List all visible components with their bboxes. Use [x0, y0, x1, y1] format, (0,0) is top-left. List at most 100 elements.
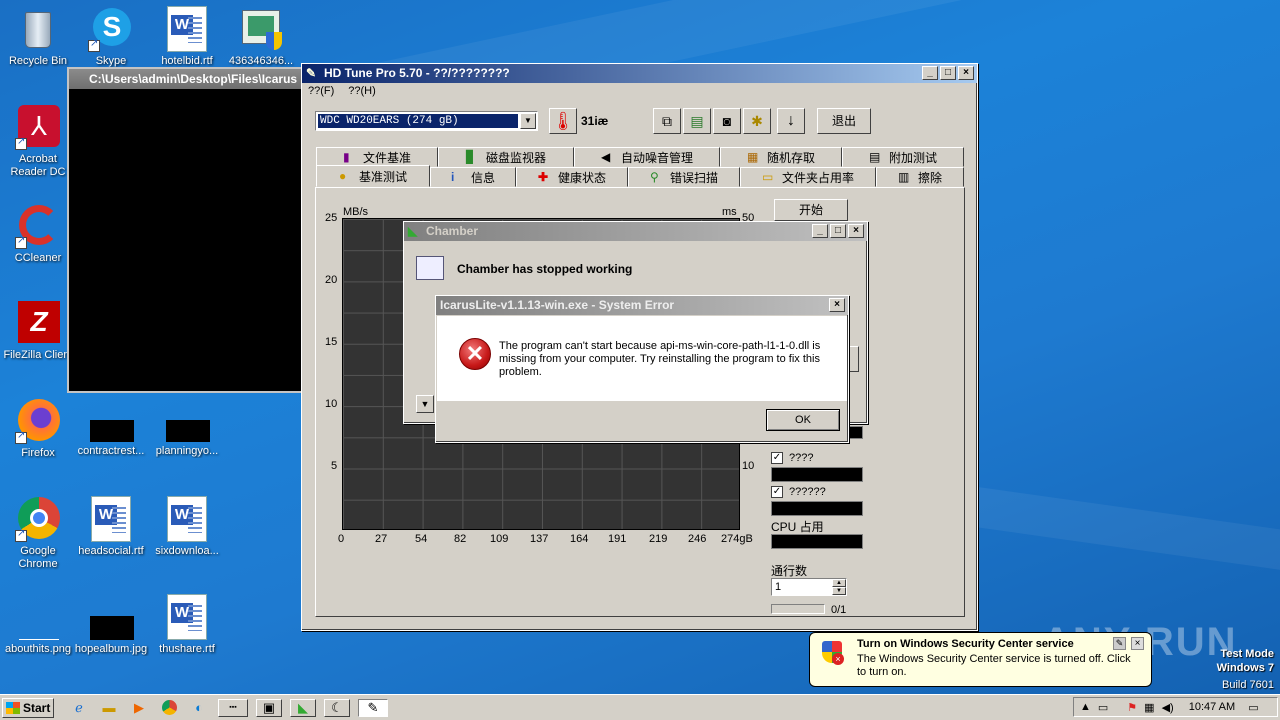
x-tick: 164: [570, 533, 589, 545]
desktop-icon-skype[interactable]: S Skype: [73, 6, 149, 68]
tray-app-icon[interactable]: ▭: [1098, 701, 1108, 714]
chrome-taskbar-icon[interactable]: [158, 699, 180, 717]
minimize-button[interactable]: _: [812, 224, 828, 238]
hdtune-taskbar-icon[interactable]: ✎: [358, 698, 388, 717]
ccleaner-icon: [15, 203, 61, 249]
system-tray: ▲ ▭ ⚑ ▦ ◀) 10:47 AM ▭: [1073, 697, 1278, 717]
spin-down-icon[interactable]: ▼: [832, 587, 846, 595]
system-error-dialog[interactable]: IcarusLite-v1.1.13-win.exe - System Erro…: [435, 295, 849, 443]
chamber-heading: Chamber has stopped working: [457, 262, 633, 276]
tab-info[interactable]: i 信息: [430, 167, 516, 187]
desktop-icon-acrobat[interactable]: ⅄ Acrobat Reader DC: [0, 104, 76, 179]
recycle-bin-icon: [15, 6, 61, 52]
hdtune-app-icon: ✎: [306, 66, 317, 80]
tray-expand-icon[interactable]: ▲: [1080, 701, 1091, 713]
tab-folder-usage[interactable]: ▭ 文件夹占用率: [740, 167, 876, 187]
error-message: The program can't start because api-ms-w…: [499, 340, 821, 378]
balloon-close-icon[interactable]: ×: [1131, 637, 1144, 650]
show-desktop-icon[interactable]: ▭: [1248, 701, 1258, 714]
desktop-icon-planningyo[interactable]: planningyo...: [149, 408, 225, 458]
volume-icon[interactable]: ◀): [1162, 701, 1174, 714]
lightbulb-icon: ●: [338, 169, 347, 183]
tab-aam[interactable]: ◀ 自动噪音管理: [574, 147, 720, 167]
desktop-icon-hopealbum[interactable]: hopealbum.jpg: [73, 606, 149, 656]
download-button[interactable]: ↓: [777, 108, 805, 134]
checkbox-1[interactable]: ✓: [771, 452, 783, 464]
thermometer-icon: 🌡: [549, 108, 577, 134]
tab-health[interactable]: ✚ 健康状态: [516, 167, 628, 187]
drive-select[interactable]: WDC WD20EARS (274 gB) ▼: [315, 111, 538, 131]
y-right-unit: ms: [722, 206, 737, 218]
x-tick: 219: [649, 533, 668, 545]
passes-spinner[interactable]: 1 ▲ ▼: [771, 578, 847, 596]
desktop-icon-firefox[interactable]: Firefox: [0, 398, 76, 460]
watermark-line3: Build 7601: [1222, 679, 1274, 691]
copy-icon: ⧉: [662, 113, 672, 129]
window-taskbar-icon[interactable]: ▣: [256, 698, 282, 717]
start-benchmark-button[interactable]: 开始: [774, 199, 848, 221]
desktop-icon-contractrest[interactable]: contractrest...: [73, 408, 149, 458]
menu-help[interactable]: ??(H): [348, 85, 376, 99]
tab-disk-monitor[interactable]: ▊ 磁盘监视器: [438, 147, 574, 167]
copy-info-button[interactable]: ⧉: [653, 108, 681, 134]
console-taskbar-icon[interactable]: ▪▪▪: [218, 698, 248, 717]
close-button[interactable]: ×: [848, 224, 864, 238]
minimize-button[interactable]: _: [922, 66, 938, 80]
moon-taskbar-icon[interactable]: ☾: [324, 698, 350, 717]
chevron-down-icon[interactable]: ▼: [416, 395, 434, 413]
desktop-icon-recycle-bin[interactable]: Recycle Bin: [0, 6, 76, 68]
desktop-icon-thushare[interactable]: W thushare.rtf: [149, 594, 225, 656]
media-player-icon[interactable]: ▶: [128, 699, 150, 717]
balloon-options-icon[interactable]: ✎: [1113, 637, 1126, 650]
table-icon: ▤: [868, 150, 881, 164]
file-icon: ▮: [342, 150, 350, 164]
menu-file[interactable]: ??(F): [308, 85, 334, 99]
info-icon: i: [450, 170, 455, 184]
chamber-taskbar-icon[interactable]: ◣: [290, 698, 316, 717]
tab-benchmark[interactable]: ● 基准测试: [316, 165, 430, 187]
y-tick: 20: [325, 274, 338, 286]
network-icon[interactable]: ▦: [1144, 701, 1154, 714]
bar-chart-icon: ▊: [465, 150, 476, 164]
action-center-flag-icon[interactable]: ⚑: [1127, 701, 1137, 714]
desktop-icon-hotelbid[interactable]: W hotelbid.rtf: [149, 6, 225, 68]
tab-random-access[interactable]: ▦ 随机存取: [720, 147, 842, 167]
exit-button[interactable]: 退出: [817, 108, 871, 134]
checkbox-2[interactable]: ✓: [771, 486, 783, 498]
start-button[interactable]: Start: [2, 697, 54, 718]
clock[interactable]: 10:47 AM: [1189, 701, 1235, 713]
save-info-button[interactable]: ▤: [683, 108, 711, 134]
spin-up-icon[interactable]: ▲: [832, 579, 846, 587]
desktop-icon-chrome[interactable]: Google Chrome: [0, 496, 76, 571]
close-button[interactable]: ×: [958, 66, 974, 80]
tab-extra-tests[interactable]: ▤ 附加测试: [842, 147, 964, 167]
close-button[interactable]: ×: [829, 298, 845, 312]
watermark-line1: Test Mode: [1220, 648, 1274, 660]
desktop-icon-filezilla[interactable]: Z FileZilla Client: [0, 300, 76, 362]
desktop-icon-headsocial[interactable]: W headsocial.rtf: [73, 496, 149, 558]
security-shield-icon: ×: [820, 639, 846, 665]
security-balloon[interactable]: × Turn on Windows Security Center servic…: [809, 632, 1152, 687]
screenshot-button[interactable]: ◙: [713, 108, 741, 134]
ok-button[interactable]: OK: [766, 409, 840, 431]
maximize-button[interactable]: □: [940, 66, 956, 80]
chevron-down-icon[interactable]: ▼: [520, 113, 536, 129]
x-tick: 191: [608, 533, 627, 545]
console-window[interactable]: C:\Users\admin\Desktop\Files\Icarus: [67, 67, 307, 393]
tab-erase[interactable]: ▥ 擦除: [876, 167, 964, 187]
edge-icon[interactable]: ◐: [188, 699, 210, 717]
maximize-button[interactable]: □: [830, 224, 846, 238]
explorer-folder-icon[interactable]: ▬: [98, 699, 120, 717]
ie-icon[interactable]: ℯ: [68, 699, 90, 717]
tab-error-scan[interactable]: ⚲ 错误扫描: [628, 167, 740, 187]
desktop-icon-sixdownloa[interactable]: W sixdownloa...: [149, 496, 225, 558]
tab-file-benchmark[interactable]: ▮ 文件基准: [316, 147, 438, 167]
temperature-readout: 31iæ: [581, 114, 609, 128]
chrome-icon: [15, 496, 61, 542]
options-button[interactable]: ✱: [743, 108, 771, 134]
hdtune-titlebar: ✎ HD Tune Pro 5.70 - ??/???????? _ □ ×: [302, 64, 977, 83]
desktop-icon-ccleaner[interactable]: CCleaner: [0, 203, 76, 265]
desktop-icon-abouthits[interactable]: abouthits.png: [0, 606, 76, 656]
skype-icon: S: [88, 6, 134, 52]
desktop-icon-436346346[interactable]: 436346346...: [223, 6, 299, 68]
